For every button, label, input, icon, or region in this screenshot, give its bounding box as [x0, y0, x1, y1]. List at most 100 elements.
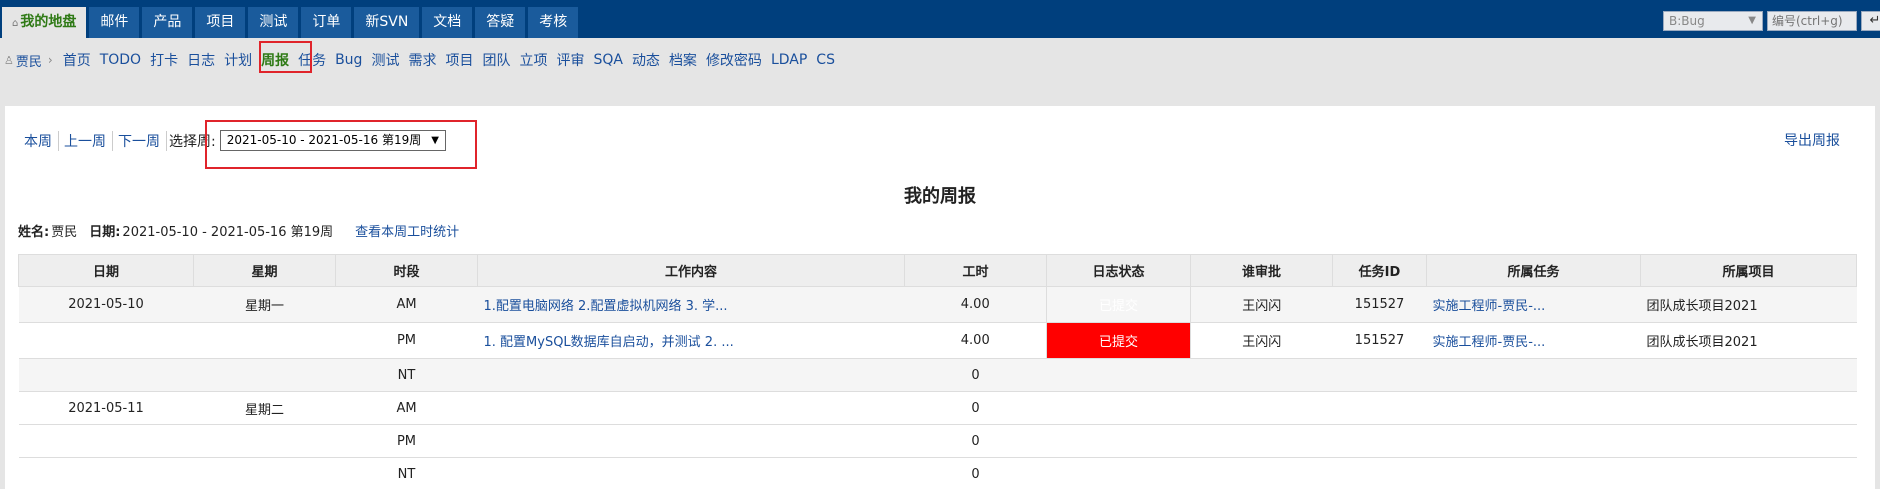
cell-period: NT [335, 358, 478, 392]
cell-approver: 王闪闪 [1190, 286, 1333, 323]
tab-mail[interactable]: 邮件 [89, 7, 140, 38]
this-week-link[interactable]: 本周 [19, 130, 59, 151]
cell-task-id [1332, 457, 1427, 489]
subnav-item-cs[interactable]: CS [816, 52, 835, 68]
subnav-item-activity[interactable]: 动态 [632, 50, 660, 70]
search-input[interactable] [1767, 11, 1857, 31]
cell-task-link[interactable]: 实施工程师-贾民-... [1426, 286, 1641, 323]
subnav-item-review[interactable]: 评审 [556, 50, 584, 70]
subnav-item-clockin[interactable]: 打卡 [150, 50, 178, 70]
cell-project [1640, 391, 1857, 425]
cell-hours: 0 [904, 358, 1047, 392]
user-name: 贾民 [15, 54, 42, 70]
tab-test[interactable]: 测试 [248, 7, 299, 38]
cell-approver [1190, 391, 1333, 425]
tab-order[interactable]: 订单 [301, 7, 352, 38]
cell-status [1046, 424, 1191, 458]
weekly-report-table: 日期 星期 时段 工作内容 工时 日志状态 谁审批 任务ID 所属任务 所属项目… [18, 254, 1857, 489]
tab-my-home[interactable]: ⌂ 我的地盘 [2, 7, 87, 38]
page-title: 我的周报 [904, 186, 976, 207]
cell-content-link[interactable]: 1. 配置MySQL数据库自启动，并测试 2. ... [477, 322, 905, 359]
cell-approver [1190, 457, 1333, 489]
cell-project [1640, 424, 1857, 458]
week-select-highlight-box [205, 120, 477, 169]
tab-project[interactable]: 项目 [195, 7, 246, 38]
col-task-id: 任务ID [1332, 254, 1427, 287]
tab-docs[interactable]: 文档 [422, 7, 473, 38]
cell-status-badge: 已提交 [1046, 322, 1191, 359]
cell-task [1426, 457, 1641, 489]
tab-product[interactable]: 产品 [142, 7, 193, 38]
cell-content [477, 358, 905, 392]
subnav-item-plan[interactable]: 计划 [224, 50, 252, 70]
export-weekly-link[interactable]: 导出周报 [1784, 130, 1840, 150]
table-header-row: 日期 星期 时段 工作内容 工时 日志状态 谁审批 任务ID 所属任务 所属项目 [18, 254, 1857, 287]
subnav-item-profile[interactable]: 档案 [669, 50, 697, 70]
subnav-item-test[interactable]: 测试 [371, 50, 399, 70]
prev-week-link[interactable]: 上一周 [59, 130, 113, 151]
main-nav: ⌂ 我的地盘 邮件 产品 项目 测试 订单 新SVN 文档 答疑 考核 [2, 7, 579, 38]
cell-content [477, 424, 905, 458]
subnav-item-project[interactable]: 项目 [445, 50, 473, 70]
cell-status [1046, 391, 1191, 425]
subnav-item-sqa[interactable]: SQA [593, 52, 622, 68]
col-task: 所属任务 [1426, 254, 1641, 287]
table-row: NT 0 [18, 457, 1857, 489]
subnav-item-home[interactable]: 首页 [63, 50, 91, 70]
cell-approver [1190, 358, 1333, 392]
table-row: 2021-05-10 星期一 AM 1.配置电脑网络 2.配置虚拟机网络 3. … [18, 286, 1857, 323]
name-value: 贾民 [51, 225, 78, 240]
col-approver: 谁审批 [1190, 254, 1333, 287]
cell-task-link[interactable]: 实施工程师-贾民-... [1426, 322, 1641, 359]
col-log-status: 日志状态 [1046, 254, 1191, 287]
table-row: NT 0 [18, 358, 1857, 392]
subnav-item-team[interactable]: 团队 [482, 50, 510, 70]
cell-weekday [193, 322, 336, 359]
cell-weekday [193, 457, 336, 489]
date-label: 日期: [89, 225, 121, 240]
subnav-item-log[interactable]: 日志 [187, 50, 215, 70]
name-label: 姓名: [18, 225, 50, 240]
subnav-item-requirement[interactable]: 需求 [408, 50, 436, 70]
cell-date: 2021-05-11 [18, 391, 194, 425]
cell-date [18, 457, 194, 489]
cell-task-id: 151527 [1332, 322, 1427, 359]
hours-stats-link[interactable]: 查看本周工时统计 [355, 221, 459, 240]
chevron-down-icon: ▼ [1748, 15, 1756, 26]
cell-task [1426, 424, 1641, 458]
cell-status [1046, 457, 1191, 489]
subnav-item-ldap[interactable]: LDAP [771, 52, 807, 68]
cell-task-id [1332, 424, 1427, 458]
go-button[interactable]: ↵ [1861, 11, 1880, 31]
sub-nav: ♙ 贾民 › 首页 TODO 打卡 日志 计划 周报 任务 Bug 测试 需求 项… [4, 50, 844, 70]
subnav-item-todo[interactable]: TODO [100, 52, 141, 68]
cell-weekday [193, 358, 336, 392]
cell-content [477, 457, 905, 489]
tab-qa[interactable]: 答疑 [475, 7, 526, 38]
report-meta: 姓名: 贾民 日期: 2021-05-10 - 2021-05-16 第19周 … [18, 221, 459, 240]
cell-task [1426, 358, 1641, 392]
cell-weekday: 星期二 [193, 391, 336, 425]
tab-my-home-label: 我的地盘 [20, 14, 77, 30]
cell-approver: 王闪闪 [1190, 322, 1333, 359]
cell-content-link[interactable]: 1.配置电脑网络 2.配置虚拟机网络 3. 学... [477, 286, 905, 323]
cell-project [1640, 457, 1857, 489]
col-date: 日期 [18, 254, 194, 287]
table-row: 2021-05-11 星期二 AM 0 [18, 391, 1857, 425]
subnav-item-bug[interactable]: Bug [335, 52, 362, 68]
tab-assessment[interactable]: 考核 [528, 7, 579, 38]
next-week-link[interactable]: 下一周 [113, 130, 167, 151]
subnav-item-change-password[interactable]: 修改密码 [706, 50, 762, 70]
cell-hours: 0 [904, 424, 1047, 458]
cell-project [1640, 358, 1857, 392]
weekly-report-panel: 本周 上一周 下一周 选择周: 2021-05-10 - 2021-05-16 … [5, 106, 1875, 489]
user-link[interactable]: ♙ 贾民 [4, 51, 42, 70]
subnav-item-initiation[interactable]: 立项 [519, 50, 547, 70]
cell-approver [1190, 424, 1333, 458]
col-period: 时段 [335, 254, 478, 287]
cell-task [1426, 391, 1641, 425]
person-icon: ♙ [4, 53, 14, 67]
cell-project: 团队成长项目2021 [1640, 286, 1857, 323]
search-type-select[interactable]: B:Bug ▼ [1663, 11, 1763, 31]
tab-svn[interactable]: 新SVN [354, 7, 420, 38]
